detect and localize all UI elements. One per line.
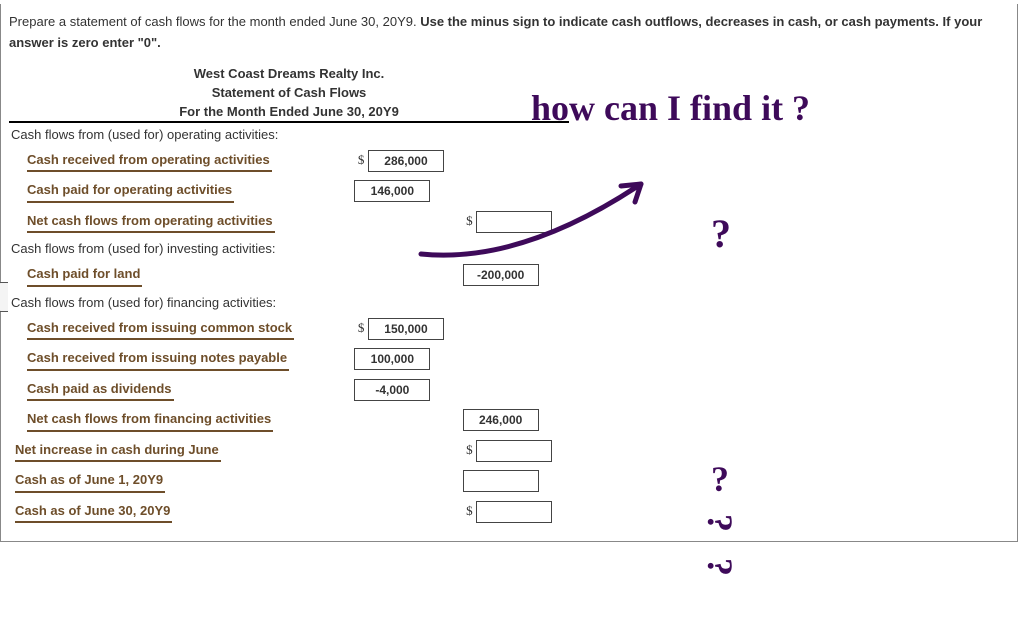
net-increase-input[interactable] xyxy=(476,440,552,462)
financing-notes-link[interactable]: Cash received from issuing notes payable xyxy=(27,348,289,371)
investing-land-input[interactable]: -200,000 xyxy=(463,264,539,286)
handwritten-mark-icon: ? xyxy=(711,458,729,500)
instructions-text: Prepare a statement of cash flows for th… xyxy=(9,12,1009,54)
net-increase-link[interactable]: Net increase in cash during June xyxy=(15,440,221,463)
handwritten-question: how can I find it ? xyxy=(531,90,810,126)
instructions-plain: Prepare a statement of cash flows for th… xyxy=(9,14,420,29)
cash-end-link[interactable]: Cash as of June 30, 20Y9 xyxy=(15,501,172,524)
operating-received-link[interactable]: Cash received from operating activities xyxy=(27,150,272,173)
worksheet-frame: Prepare a statement of cash flows for th… xyxy=(0,4,1018,542)
financing-stock-link[interactable]: Cash received from issuing common stock xyxy=(27,318,294,341)
investing-section-label: Cash flows from (used for) investing act… xyxy=(9,237,569,260)
operating-section-label: Cash flows from (used for) operating act… xyxy=(9,122,569,146)
operating-net-input[interactable] xyxy=(476,211,552,233)
cash-flow-statement: West Coast Dreams Realty Inc. Statement … xyxy=(9,64,569,528)
investing-land-link[interactable]: Cash paid for land xyxy=(27,264,142,287)
operating-paid-input[interactable]: 146,000 xyxy=(354,180,430,202)
stmt-company: West Coast Dreams Realty Inc. xyxy=(9,64,569,83)
financing-dividends-input[interactable]: -4,000 xyxy=(354,379,430,401)
financing-net-link[interactable]: Net cash flows from financing activities xyxy=(27,409,273,432)
financing-section-label: Cash flows from (used for) financing act… xyxy=(9,291,569,314)
operating-paid-link[interactable]: Cash paid for operating activities xyxy=(27,180,234,203)
operating-received-input[interactable]: 286,000 xyxy=(368,150,444,172)
financing-notes-input[interactable]: 100,000 xyxy=(354,348,430,370)
handwritten-mark-icon: ? xyxy=(699,558,741,576)
dollar-sign: $ xyxy=(463,213,473,229)
handwritten-mark-icon: ? xyxy=(711,210,731,257)
cash-end-input[interactable] xyxy=(476,501,552,523)
dollar-sign: $ xyxy=(354,320,364,336)
financing-stock-input[interactable]: 150,000 xyxy=(368,318,444,340)
handwritten-mark-icon: ? xyxy=(699,514,741,532)
financing-net-input[interactable]: 246,000 xyxy=(463,409,539,431)
stmt-title: Statement of Cash Flows xyxy=(9,83,569,102)
operating-net-link[interactable]: Net cash flows from operating activities xyxy=(27,211,275,234)
dollar-sign: $ xyxy=(463,442,473,458)
cash-begin-link[interactable]: Cash as of June 1, 20Y9 xyxy=(15,470,165,493)
dollar-sign: $ xyxy=(354,152,364,168)
dollar-sign: $ xyxy=(463,503,473,519)
financing-dividends-link[interactable]: Cash paid as dividends xyxy=(27,379,174,402)
stmt-period: For the Month Ended June 30, 20Y9 xyxy=(9,102,569,122)
side-tab xyxy=(0,282,8,312)
cash-begin-input[interactable] xyxy=(463,470,539,492)
